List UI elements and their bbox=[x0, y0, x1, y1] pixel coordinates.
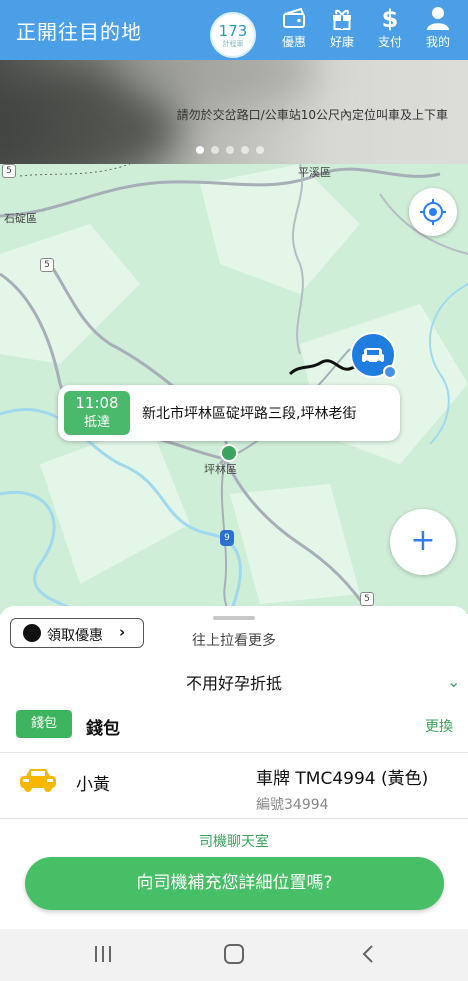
person-icon bbox=[414, 5, 462, 33]
map-view[interactable]: 5 5 5 9 石碇區 平溪區 坪林區 + 11:08 抵達 新北市坪林區碇坪路… bbox=[0, 164, 468, 614]
add-button[interactable]: + bbox=[390, 509, 456, 575]
driver-chat-link[interactable]: 司機聊天室 bbox=[0, 831, 468, 851]
destination-address: 新北市坪林區碇坪路三段,坪林老街 bbox=[142, 406, 357, 422]
nav-payment[interactable]: $ 支付 bbox=[366, 5, 414, 50]
place-label-pinglin: 坪林區 bbox=[204, 463, 237, 476]
page-dot[interactable] bbox=[241, 146, 249, 154]
nav-payment-label: 支付 bbox=[377, 35, 402, 49]
back-icon[interactable] bbox=[358, 943, 380, 969]
banner-pagination bbox=[196, 139, 271, 158]
road-shield: 5 bbox=[360, 592, 374, 606]
logo-number: 173 bbox=[218, 22, 248, 40]
wallet-tag: 錢包 bbox=[16, 710, 72, 738]
place-label-shiding: 石碇區 bbox=[4, 212, 37, 225]
banner-notice: 請勿於交岔路口/公車站10公尺內定位叫車及上下車 bbox=[176, 108, 448, 122]
car-type: 小黃 bbox=[76, 775, 110, 795]
sheet-drag-handle[interactable] bbox=[213, 616, 255, 620]
home-icon[interactable] bbox=[223, 943, 245, 969]
recents-icon[interactable] bbox=[92, 943, 114, 969]
nav-perks-label: 好康 bbox=[329, 35, 354, 49]
road-shield: 5 bbox=[40, 258, 54, 272]
page-title: 正開往目的地 bbox=[16, 20, 142, 44]
eta-callout[interactable]: 11:08 抵達 新北市坪林區碇坪路三段,坪林老街 bbox=[58, 385, 400, 441]
eta-badge: 11:08 抵達 bbox=[64, 391, 130, 435]
place-label-pingxi: 平溪區 bbox=[298, 166, 331, 179]
app-header: 正開往目的地 173 計程車 優惠 好康 $ 支付 我的 bbox=[0, 0, 468, 60]
add-location-detail-button[interactable]: 向司機補充您詳細位置嗎? bbox=[25, 857, 444, 910]
gift-icon bbox=[318, 5, 366, 33]
nav-perks[interactable]: 好康 bbox=[318, 5, 366, 50]
coupon-icon bbox=[270, 5, 318, 33]
highway-shield: 9 bbox=[220, 530, 234, 546]
car-icon bbox=[18, 766, 58, 800]
divider bbox=[0, 818, 468, 819]
discount-option[interactable]: 不用好孕折抵 bbox=[0, 670, 468, 694]
destination-marker[interactable] bbox=[220, 444, 238, 462]
crosshair-icon bbox=[409, 199, 457, 240]
eta-time: 11:08 bbox=[75, 394, 119, 412]
nav-profile[interactable]: 我的 bbox=[414, 5, 462, 50]
logo-sub: 計程車 bbox=[222, 40, 244, 48]
payment-method-label: 錢包 bbox=[86, 719, 120, 739]
plus-icon: + bbox=[410, 523, 436, 558]
current-location-dot bbox=[383, 365, 397, 379]
license-plate: 車牌 TMC4994 (黃色) bbox=[256, 769, 429, 789]
eta-status: 抵達 bbox=[83, 415, 110, 430]
change-payment-button[interactable]: 更換 bbox=[425, 716, 453, 736]
dollar-icon: $ bbox=[381, 5, 399, 33]
trip-bottom-sheet[interactable]: 領取優惠 › 往上拉看更多 不用好孕折抵 ⌄ 錢包 錢包 更換 小黃 車牌 TM… bbox=[0, 606, 468, 929]
driver-car-marker[interactable] bbox=[350, 332, 397, 379]
page-dot[interactable] bbox=[211, 146, 219, 154]
system-navigation-bar bbox=[0, 929, 468, 981]
page-dot[interactable] bbox=[226, 146, 234, 154]
divider bbox=[0, 752, 468, 753]
car-serial-number: 編號34994 bbox=[256, 797, 329, 813]
nav-coupons[interactable]: 優惠 bbox=[270, 5, 318, 50]
page-dot-active[interactable] bbox=[196, 146, 204, 154]
locate-button[interactable] bbox=[409, 188, 457, 236]
nav-coupons-label: 優惠 bbox=[281, 35, 306, 49]
page-dot[interactable] bbox=[256, 146, 264, 154]
road-shield: 5 bbox=[2, 164, 16, 178]
chevron-down-icon[interactable]: ⌄ bbox=[447, 672, 460, 691]
nav-profile-label: 我的 bbox=[425, 35, 450, 49]
brand-logo: 173 計程車 bbox=[210, 12, 256, 58]
pull-up-hint: 往上拉看更多 bbox=[192, 633, 276, 649]
